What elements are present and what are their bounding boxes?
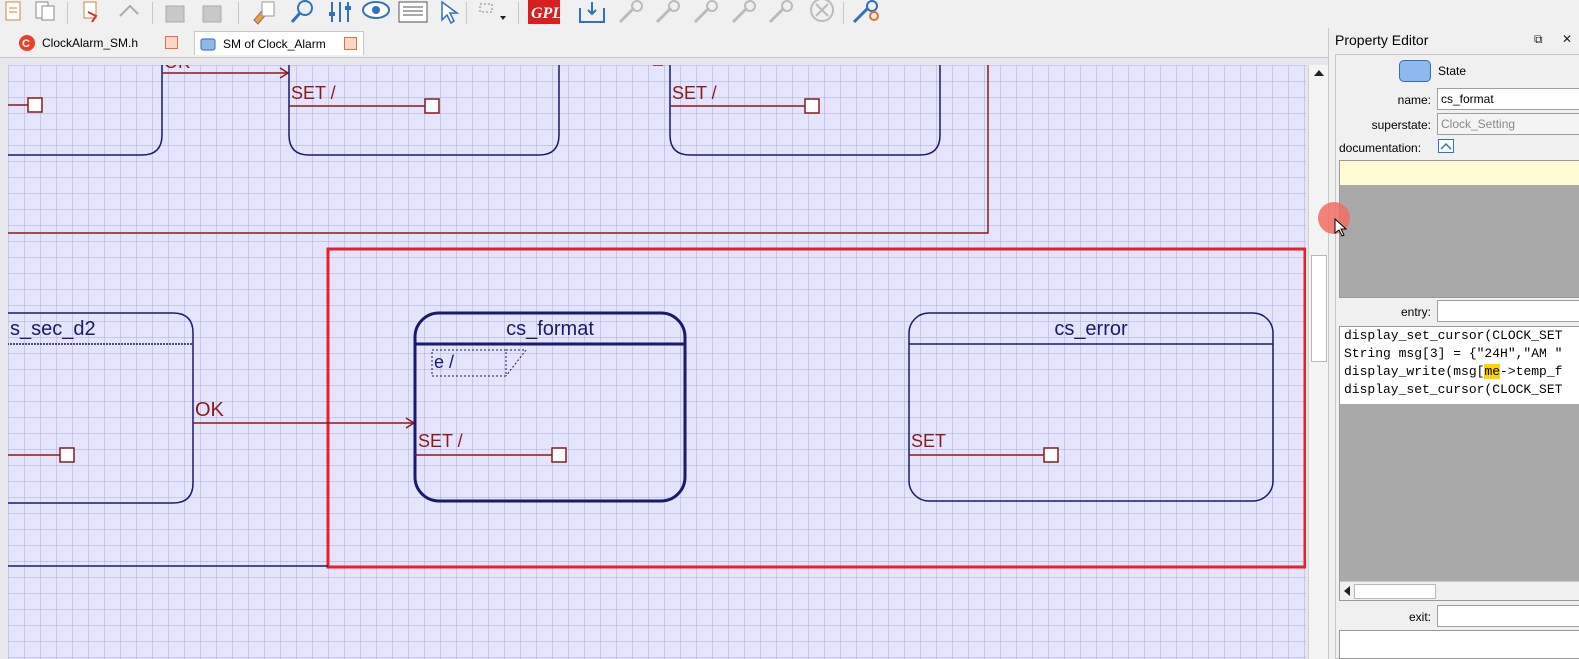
close-icon[interactable]: ✕ bbox=[1562, 32, 1572, 46]
scroll-left-icon[interactable] bbox=[1342, 585, 1352, 597]
state-name: cs_error bbox=[1054, 318, 1128, 340]
tab-label: SM of Clock_Alarm bbox=[223, 36, 326, 51]
transition-label: OK bbox=[164, 65, 190, 72]
import-icon[interactable] bbox=[579, 2, 605, 23]
scrollbar-thumb[interactable] bbox=[1311, 255, 1327, 362]
wrench-icon bbox=[693, 0, 718, 24]
highlighted-token: me bbox=[1484, 364, 1501, 379]
documentation-textarea[interactable] bbox=[1339, 160, 1579, 298]
diagram-canvas[interactable]: OK SET / SET / s_sec_d2 bbox=[8, 65, 1306, 659]
code-line: String msg[3] = {"24H","AM " bbox=[1344, 346, 1563, 361]
gpl-icon[interactable]: GPL bbox=[528, 0, 562, 24]
selection-rectangle[interactable] bbox=[326, 247, 1306, 569]
copy-file-icon[interactable] bbox=[35, 1, 55, 21]
state-top-middle[interactable]: SET / bbox=[288, 65, 560, 156]
entry-action-label: e / bbox=[434, 352, 454, 372]
cancel-icon bbox=[810, 0, 834, 22]
documentation-label: documentation: bbox=[1339, 141, 1422, 155]
gpl-label: GPL bbox=[531, 5, 562, 22]
code-line: display_set_cursor(CLOCK_SET bbox=[1344, 382, 1563, 397]
tab-label: ClockAlarm_SM.h bbox=[42, 36, 139, 50]
wrench-icon bbox=[655, 0, 680, 24]
c-file-icon: C bbox=[19, 35, 35, 51]
sliders-icon[interactable] bbox=[329, 2, 351, 22]
link-icon[interactable] bbox=[83, 1, 98, 23]
disabled-icon bbox=[202, 5, 222, 23]
state-cs-error[interactable]: cs_error SET bbox=[908, 312, 1274, 502]
tab-sm-of-clock-alarm[interactable]: SM of Clock_Alarm bbox=[194, 31, 364, 55]
pointer-cursor-icon bbox=[1334, 218, 1348, 237]
restore-window-icon[interactable]: ⧉ bbox=[1534, 32, 1543, 46]
exit-label: exit: bbox=[1408, 610, 1431, 624]
state-name: s_sec_d2 bbox=[10, 318, 96, 340]
entry-code-editor[interactable]: display_set_cursor(CLOCK_SET String msg[… bbox=[1339, 326, 1579, 601]
main-toolbar: GPL bbox=[0, 0, 1579, 28]
property-editor-panel: Property Editor ⧉ ✕ State name: supersta… bbox=[1328, 28, 1579, 659]
close-icon[interactable] bbox=[344, 37, 357, 50]
diagram-area: OK SET / SET / s_sec_d2 bbox=[0, 58, 1328, 659]
new-file-icon[interactable] bbox=[5, 1, 21, 21]
editor-tabbar: C ClockAlarm_SM.h SM of Clock_Alarm bbox=[0, 28, 1328, 58]
disabled-icon bbox=[165, 5, 185, 23]
transition-ok[interactable]: OK bbox=[193, 399, 416, 429]
state-top-left[interactable] bbox=[8, 65, 163, 156]
state-name: cs_format bbox=[506, 318, 594, 340]
code-horizontal-scrollbar[interactable] bbox=[1340, 581, 1579, 600]
exit-code-editor[interactable] bbox=[1339, 630, 1579, 659]
state-cs-format[interactable]: cs_format e / SET / bbox=[413, 311, 687, 503]
state-s-sec-d2[interactable]: s_sec_d2 bbox=[8, 312, 194, 504]
panel-title: Property Editor bbox=[1335, 32, 1429, 48]
edit-icon[interactable] bbox=[253, 1, 275, 25]
state-kind-swatch bbox=[1399, 60, 1431, 82]
transition-label: SET bbox=[911, 431, 946, 451]
name-label: name: bbox=[1397, 93, 1431, 107]
state-kind-label: State bbox=[1438, 64, 1467, 78]
transition-label: OK bbox=[195, 399, 225, 421]
entry-label: entry: bbox=[1400, 305, 1431, 319]
code-line: display_set_cursor(CLOCK_SET bbox=[1344, 328, 1563, 343]
scrollbar-thumb[interactable] bbox=[1354, 584, 1436, 599]
wrench-icon bbox=[618, 0, 643, 24]
tab-clockalarm-sm-h[interactable]: C ClockAlarm_SM.h bbox=[14, 31, 184, 55]
close-icon[interactable] bbox=[165, 36, 178, 49]
name-field[interactable] bbox=[1437, 88, 1579, 110]
state-machine-icon bbox=[200, 38, 216, 50]
superstate-label: superstate: bbox=[1371, 118, 1431, 132]
search-icon[interactable] bbox=[290, 0, 313, 23]
wrench-icon bbox=[731, 0, 756, 24]
transition-line[interactable] bbox=[8, 65, 989, 234]
transition-ok-top[interactable]: OK bbox=[162, 65, 290, 79]
expand-documentation-icon[interactable] bbox=[1438, 139, 1454, 153]
settings-wrench-icon[interactable] bbox=[852, 0, 879, 24]
superstate-field[interactable] bbox=[1437, 113, 1579, 135]
scroll-up-icon[interactable] bbox=[1313, 67, 1325, 79]
code-line: display_write(msg[me->temp_f bbox=[1344, 364, 1563, 379]
unlink-icon[interactable] bbox=[119, 4, 139, 17]
pointer-icon[interactable] bbox=[441, 0, 460, 25]
transition-label: SET / bbox=[418, 431, 463, 451]
exit-field[interactable] bbox=[1437, 605, 1579, 627]
transition-label: SET / bbox=[291, 83, 336, 103]
list-icon[interactable] bbox=[398, 1, 428, 23]
svg-text:C: C bbox=[22, 38, 30, 50]
eye-icon[interactable] bbox=[362, 1, 390, 19]
grid-dropdown-icon[interactable] bbox=[479, 3, 506, 20]
entry-field[interactable] bbox=[1437, 300, 1579, 322]
transition-label: SET / bbox=[672, 83, 717, 103]
state-top-right[interactable]: SET / bbox=[669, 65, 941, 156]
wrench-icon bbox=[768, 0, 793, 24]
diagram-vertical-scrollbar[interactable] bbox=[1308, 65, 1329, 659]
